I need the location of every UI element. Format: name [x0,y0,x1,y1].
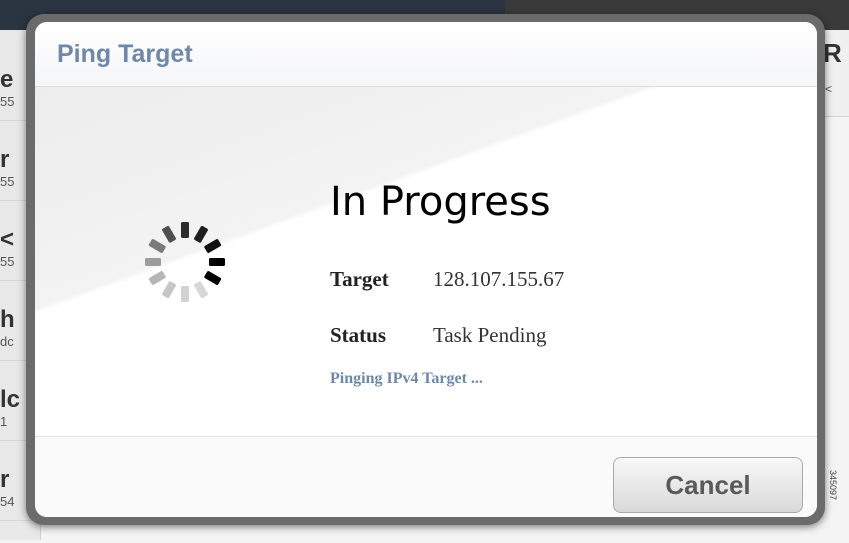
target-label: Target [330,267,389,291]
list-item-title: e [0,66,14,93]
list-item-title: h [0,306,15,333]
target-value: 128.107.155.67 [433,267,565,291]
dialog-body: In Progress Target 128.107.155.67 Status… [35,87,817,435]
list-item-title: r [0,146,10,173]
dialog-title: Ping Target [57,40,193,68]
list-item-subtitle: 55 [0,94,15,109]
cancel-button[interactable]: Cancel [613,457,803,513]
list-item-subtitle: 55 [0,254,15,269]
loading-spinner-icon [145,222,225,302]
list-item-title: r [0,466,10,493]
list-item-subtitle: 54 [0,494,15,509]
list-item-subtitle: dc [0,334,14,349]
list-item-title: < [0,226,15,253]
right-panel-subtitle: < [825,82,833,96]
list-item-subtitle: 1 [0,414,8,429]
right-panel-title: R [823,38,842,68]
list-item-title: lc [0,386,21,413]
list-item-subtitle: 55 [0,174,15,189]
status-value: Task Pending [433,323,547,347]
status-label: Status [330,323,387,347]
figure-id: 345097 [828,470,838,501]
dialog-header: Ping Target [35,22,817,87]
progress-note: Pinging IPv4 Target ... [330,370,483,387]
status-heading: In Progress [330,179,551,225]
ping-target-dialog: Ping Target In Progress Target 128.107.1… [35,22,817,517]
